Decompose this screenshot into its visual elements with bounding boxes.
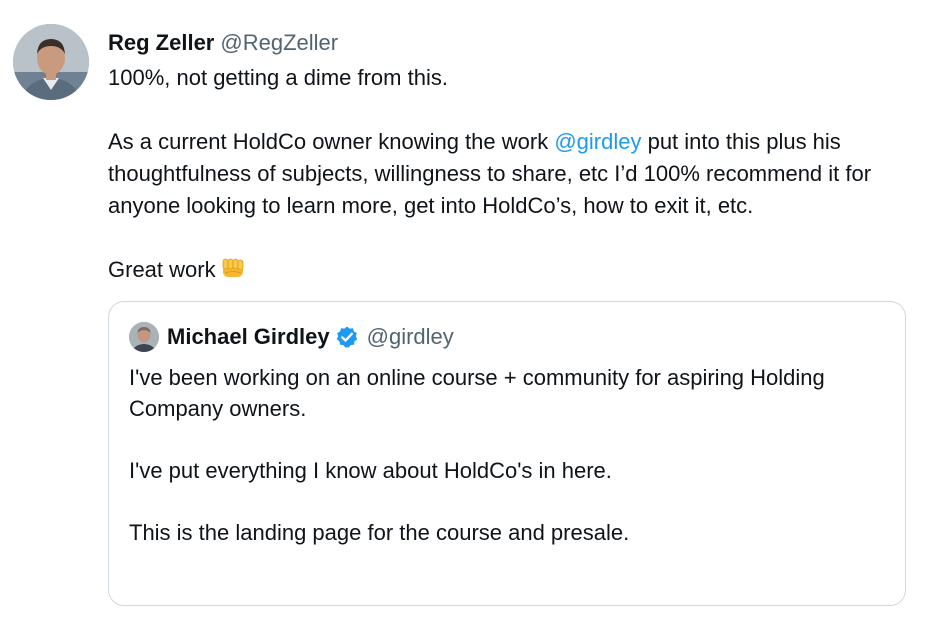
oncoming-fist-icon [220,257,246,281]
tweet-header: Reg Zeller @RegZeller [108,28,338,58]
quoted-paragraph-1: I've been working on an online course + … [129,365,825,421]
quoted-tweet[interactable]: Michael Girdley @girdley I've been worki… [108,301,906,606]
author-avatar[interactable] [13,24,89,100]
quoted-author-handle[interactable]: @girdley [367,322,454,352]
quoted-author-avatar[interactable] [129,322,159,352]
quoted-tweet-header: Michael Girdley @girdley [167,322,454,352]
author-name[interactable]: Reg Zeller [108,30,214,55]
tweet-line-1: 100%, not getting a dime from this. [108,65,448,90]
tweet-text: 100%, not getting a dime from this. As a… [108,62,938,286]
tweet: Reg Zeller @RegZeller 100%, not getting a… [0,0,950,621]
quoted-paragraph-3: This is the landing page for the course … [129,520,630,545]
mention-link[interactable]: @girdley [554,129,641,154]
tweet-paragraph-2-start: As a current HoldCo owner knowing the wo… [108,129,555,154]
verified-badge-icon [335,325,359,349]
tweet-paragraph-3: Great work [108,254,938,286]
quoted-tweet-text: I've been working on an online course + … [129,362,889,548]
quoted-author-name[interactable]: Michael Girdley [167,322,330,352]
author-handle[interactable]: @RegZeller [220,30,338,55]
tweet-paragraph-2: As a current HoldCo owner knowing the wo… [108,126,938,222]
tweet-paragraph-3-text: Great work [108,257,216,282]
quoted-paragraph-2: I've put everything I know about HoldCo'… [129,458,612,483]
